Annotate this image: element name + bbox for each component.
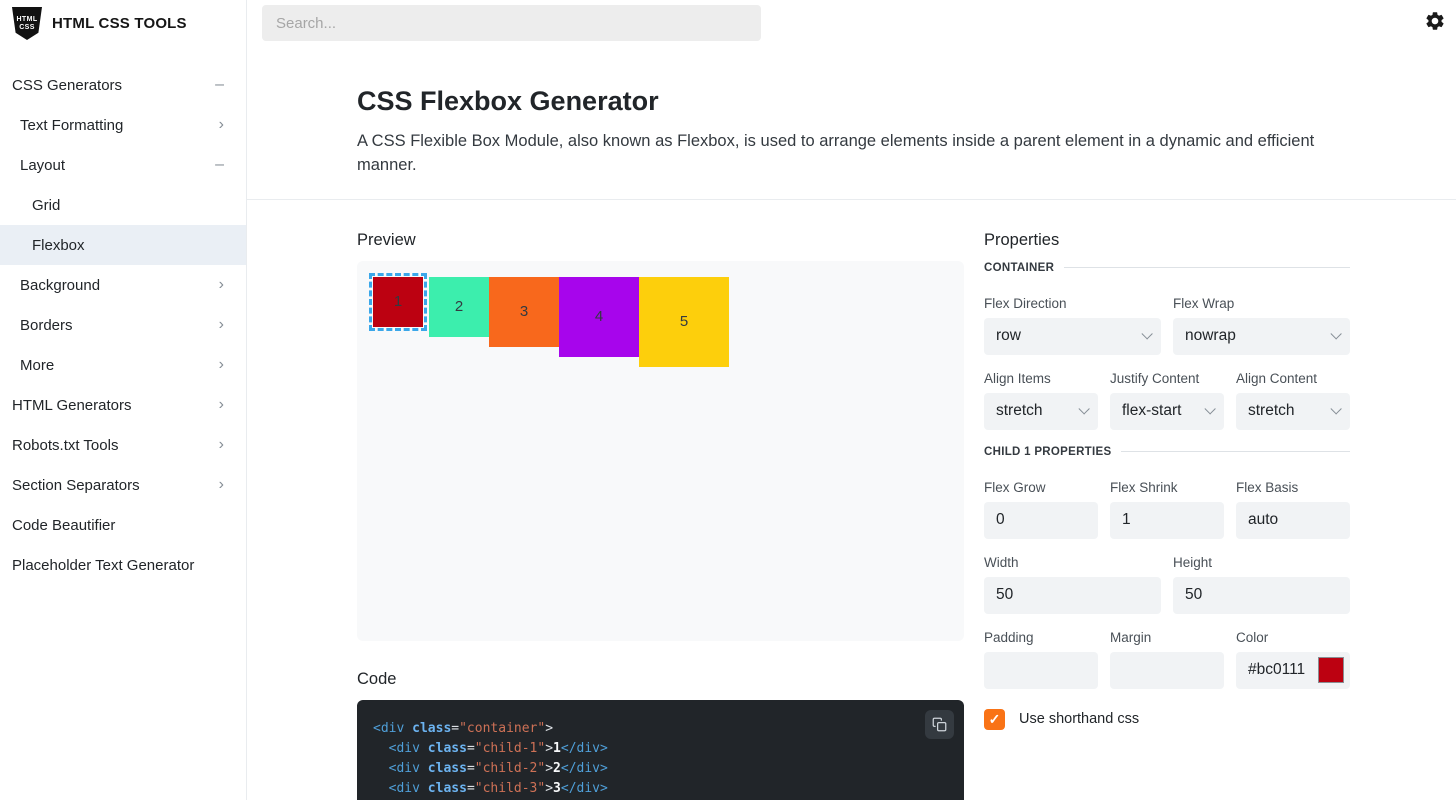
justify-content-field: Justify Content flex-start xyxy=(1110,371,1224,430)
preview-box-3[interactable]: 3 xyxy=(489,277,559,347)
code-heading: Code xyxy=(357,670,964,689)
sidebar-item-code-beautifier[interactable]: Code Beautifier xyxy=(0,505,246,545)
preview-box-5[interactable]: 5 xyxy=(639,277,729,367)
sidebar-item-background[interactable]: Background › xyxy=(0,265,246,305)
sidebar-item-text-formatting[interactable]: Text Formatting › xyxy=(0,105,246,145)
page-title: CSS Flexbox Generator xyxy=(357,86,1351,117)
flex-basis-field: Flex Basis xyxy=(1236,480,1350,539)
padding-input[interactable] xyxy=(984,652,1098,689)
width-field: Width xyxy=(984,555,1161,614)
chevron-down-icon xyxy=(1078,404,1089,415)
sidebar-item-borders[interactable]: Borders › xyxy=(0,305,246,345)
collapse-icon: – xyxy=(215,77,224,93)
flex-grow-input[interactable] xyxy=(984,502,1098,539)
chevron-right-icon: › xyxy=(219,397,224,413)
sidebar-item-section-separators[interactable]: Section Separators › xyxy=(0,465,246,505)
justify-content-select[interactable]: flex-start xyxy=(1110,393,1224,430)
sidebar-item-html-generators[interactable]: HTML Generators › xyxy=(0,385,246,425)
flex-wrap-field: Flex Wrap nowrap xyxy=(1173,296,1350,355)
shorthand-row: ✓ Use shorthand css xyxy=(984,709,1350,730)
sidebar-item-placeholder-text-generator[interactable]: Placeholder Text Generator xyxy=(0,545,246,585)
sidebar-item-layout[interactable]: Layout – xyxy=(0,145,246,185)
gear-icon xyxy=(1424,10,1446,32)
preview-heading: Preview xyxy=(357,231,964,250)
color-swatch[interactable] xyxy=(1318,657,1344,683)
page-header: CSS Flexbox Generator A CSS Flexible Box… xyxy=(247,46,1456,178)
code-panel: <div class="container"> <div class="chil… xyxy=(357,700,964,800)
flex-grow-field: Flex Grow xyxy=(984,480,1098,539)
chevron-right-icon: › xyxy=(219,477,224,493)
sidebar-item-css-generators[interactable]: CSS Generators – xyxy=(0,65,246,105)
chevron-down-icon xyxy=(1330,404,1341,415)
margin-input[interactable] xyxy=(1110,652,1224,689)
align-content-select[interactable]: stretch xyxy=(1236,393,1350,430)
chevron-down-icon xyxy=(1141,329,1152,340)
page-description: A CSS Flexible Box Module, also known as… xyxy=(357,130,1347,178)
align-items-field: Align Items stretch xyxy=(984,371,1098,430)
sidebar-item-flexbox[interactable]: Flexbox xyxy=(0,225,246,265)
margin-field: Margin xyxy=(1110,630,1224,689)
chevron-down-icon xyxy=(1330,329,1341,340)
width-input[interactable] xyxy=(984,577,1161,614)
chevron-right-icon: › xyxy=(219,317,224,333)
preview-container: 12345 xyxy=(357,261,964,641)
container-section-header: CONTAINER xyxy=(984,262,1350,274)
html-css-shield-icon: HTML CSS xyxy=(12,7,42,40)
align-content-field: Align Content stretch xyxy=(1236,371,1350,430)
shorthand-label: Use shorthand css xyxy=(1019,711,1139,727)
flex-shrink-field: Flex Shrink xyxy=(1110,480,1224,539)
flex-direction-select[interactable]: row xyxy=(984,318,1161,355)
properties-panel: Properties CONTAINER Flex Direction row xyxy=(984,231,1350,800)
chevron-right-icon: › xyxy=(219,117,224,133)
settings-button[interactable] xyxy=(1423,10,1447,34)
topbar xyxy=(247,0,1456,46)
chevron-right-icon: › xyxy=(219,437,224,453)
properties-heading: Properties xyxy=(984,231,1350,250)
chevron-right-icon: › xyxy=(219,357,224,373)
align-items-select[interactable]: stretch xyxy=(984,393,1098,430)
chevron-down-icon xyxy=(1204,404,1215,415)
preview-box-1[interactable]: 1 xyxy=(373,277,423,327)
copy-button[interactable] xyxy=(925,710,954,739)
main-area: CSS Flexbox Generator A CSS Flexible Box… xyxy=(247,0,1456,800)
height-field: Height xyxy=(1173,555,1350,614)
sidebar: HTML CSS HTML CSS TOOLS CSS Generators –… xyxy=(0,0,247,800)
chevron-right-icon: › xyxy=(219,277,224,293)
left-column: Preview 12345 Code <div class="container… xyxy=(357,231,964,800)
height-input[interactable] xyxy=(1173,577,1350,614)
app-logo[interactable]: HTML CSS HTML CSS TOOLS xyxy=(0,0,246,47)
flex-direction-field: Flex Direction row xyxy=(984,296,1161,355)
check-icon: ✓ xyxy=(989,711,1001,728)
padding-field: Padding xyxy=(984,630,1098,689)
child-section-header: CHILD 1 PROPERTIES xyxy=(984,446,1350,458)
collapse-icon: – xyxy=(215,157,224,173)
sidebar-item-robots-txt-tools[interactable]: Robots.txt Tools › xyxy=(0,425,246,465)
app-title: HTML CSS TOOLS xyxy=(52,15,187,32)
flex-wrap-select[interactable]: nowrap xyxy=(1173,318,1350,355)
color-picker[interactable]: #bc0111 xyxy=(1236,652,1350,689)
copy-icon xyxy=(932,717,947,732)
sidebar-item-more[interactable]: More › xyxy=(0,345,246,385)
content: Preview 12345 Code <div class="container… xyxy=(247,200,1456,800)
search-input[interactable] xyxy=(262,5,761,41)
flex-shrink-input[interactable] xyxy=(1110,502,1224,539)
flex-basis-input[interactable] xyxy=(1236,502,1350,539)
app-root: HTML CSS HTML CSS TOOLS CSS Generators –… xyxy=(0,0,1456,800)
code-block: <div class="container"> <div class="chil… xyxy=(373,719,948,799)
color-field: Color #bc0111 xyxy=(1236,630,1350,689)
sidebar-item-grid[interactable]: Grid xyxy=(0,185,246,225)
shorthand-checkbox[interactable]: ✓ xyxy=(984,709,1005,730)
sidebar-nav: CSS Generators – Text Formatting › Layou… xyxy=(0,65,246,585)
preview-box-4[interactable]: 4 xyxy=(559,277,639,357)
preview-box-2[interactable]: 2 xyxy=(429,277,489,337)
